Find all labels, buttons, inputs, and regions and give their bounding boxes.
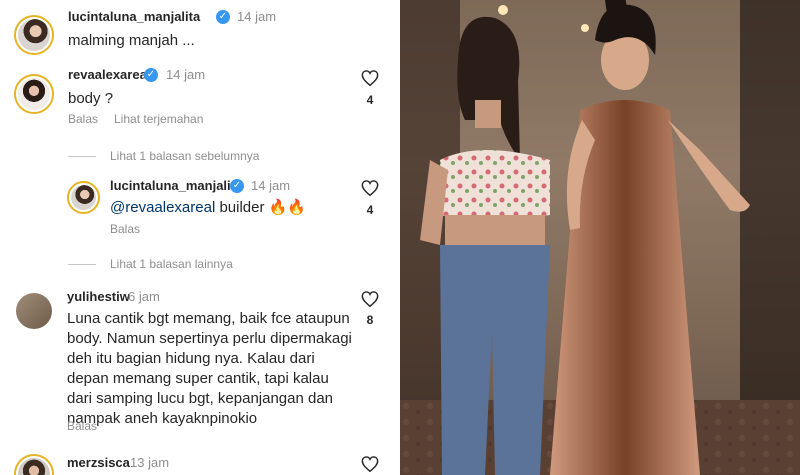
comment-time: 14 jam xyxy=(166,67,206,82)
divider xyxy=(68,264,96,265)
avatar[interactable] xyxy=(14,15,54,55)
verified-badge-icon: ✓ xyxy=(216,10,230,24)
verified-badge-icon: ✓ xyxy=(230,179,244,193)
comment-time: 6 jam xyxy=(128,289,160,304)
like-count: 4 xyxy=(366,93,374,107)
avatar[interactable] xyxy=(14,454,54,475)
reply-button[interactable]: Balas xyxy=(67,419,97,433)
view-more-replies[interactable]: Lihat 1 balasan lainnya xyxy=(110,257,233,271)
like-count: 8 xyxy=(366,313,374,327)
avatar[interactable] xyxy=(67,181,100,214)
comment-text: malming manjah ... xyxy=(68,32,195,49)
comment-username[interactable]: merzsisca xyxy=(67,455,130,470)
comment-username[interactable]: yulihestiw xyxy=(67,289,130,304)
heart-icon[interactable] xyxy=(361,291,379,307)
heart-icon[interactable] xyxy=(361,70,379,86)
avatar[interactable] xyxy=(14,74,54,114)
mention-link[interactable]: @revaalexareal xyxy=(110,199,215,216)
like-count: 4 xyxy=(366,203,374,217)
video-still-image xyxy=(400,0,800,475)
comment-time: 14 jam xyxy=(237,9,277,24)
translate-button[interactable]: Lihat terjemahan xyxy=(114,112,203,126)
avatar[interactable] xyxy=(16,293,52,329)
comment-text: body ? xyxy=(68,90,114,107)
heart-icon[interactable] xyxy=(361,456,379,472)
reply-time: 14 jam xyxy=(251,178,291,193)
reply-button[interactable]: Balas xyxy=(110,222,140,236)
verified-badge-icon: ✓ xyxy=(144,68,158,82)
comment-username[interactable]: lucintaluna_manjalita xyxy=(68,9,200,24)
comment-time: 13 jam xyxy=(130,455,170,470)
video-frame[interactable] xyxy=(400,0,800,475)
comment-username[interactable]: revaalexareal xyxy=(68,67,150,82)
reply-button[interactable]: Balas xyxy=(68,112,98,126)
reply-text: @revaalexareal builder 🔥🔥 xyxy=(110,199,306,216)
view-previous-replies[interactable]: Lihat 1 balasan sebelumnya xyxy=(110,149,259,163)
comments-panel: lucintaluna_manjalita ✓ 14 jam malming m… xyxy=(0,0,400,475)
heart-icon[interactable] xyxy=(361,180,379,196)
comment-text: Luna cantik bgt memang, baik fce ataupun… xyxy=(67,310,352,427)
divider xyxy=(68,156,96,157)
reply-username[interactable]: lucintaluna_manjalita xyxy=(110,178,242,193)
